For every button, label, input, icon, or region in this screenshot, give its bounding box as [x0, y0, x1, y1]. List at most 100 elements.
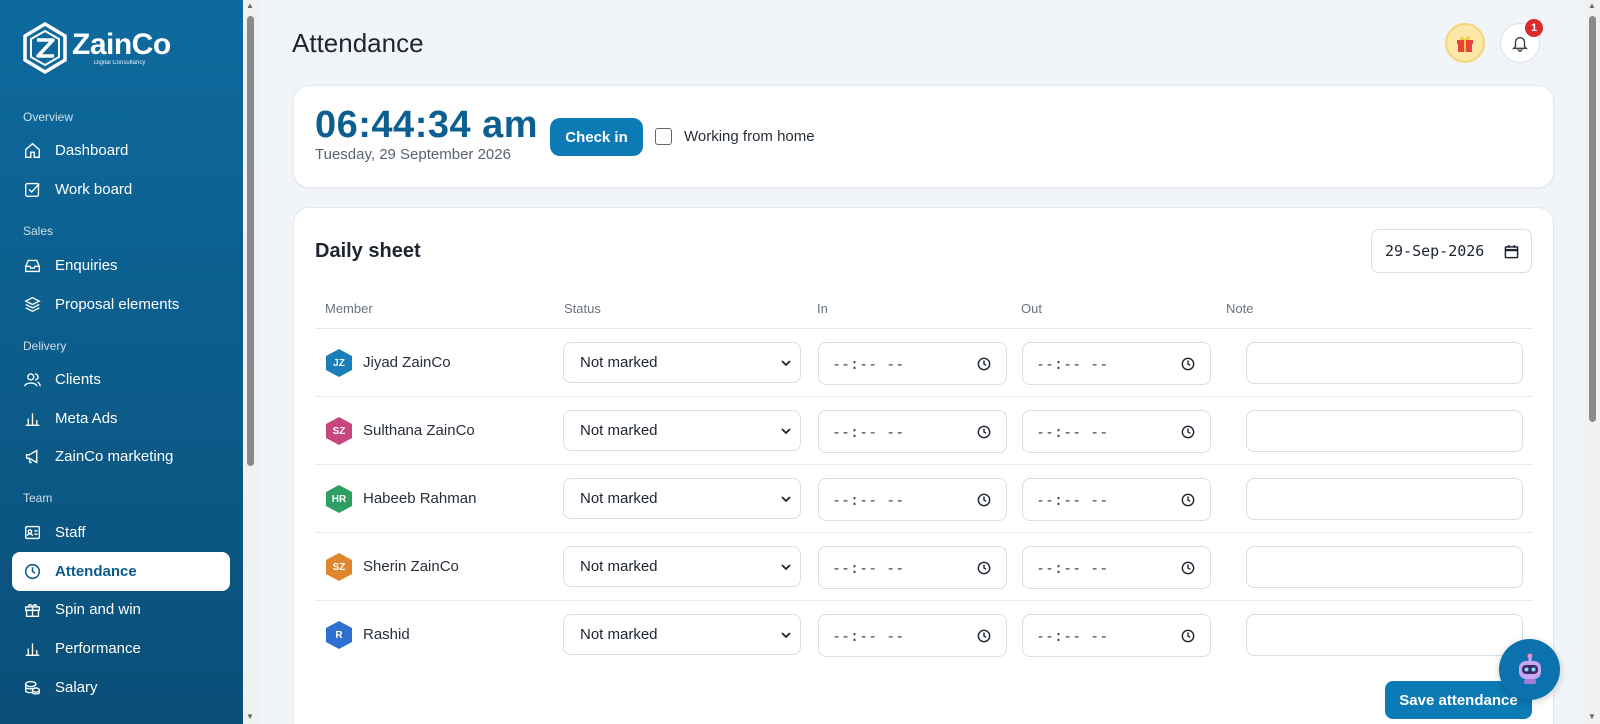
scrollbar-thumb[interactable]	[247, 16, 254, 466]
note-input[interactable]	[1246, 342, 1523, 384]
clock-icon[interactable]	[1181, 629, 1195, 643]
sidebar-item-dashboard[interactable]: Dashboard	[12, 131, 230, 170]
sheet-date-value: 29-Sep-2026	[1385, 242, 1485, 260]
chevron-down-icon	[781, 632, 791, 639]
time-value: --:-- --	[832, 626, 905, 645]
avatar: SZ	[324, 416, 354, 446]
scroll-down-arrow-icon[interactable]: ▼	[246, 712, 254, 721]
column-header-member: Member	[325, 301, 373, 316]
status-select[interactable]: Not marked	[563, 614, 801, 655]
member-name: Jiyad ZainCo	[363, 354, 451, 371]
nav-section-team: Team	[23, 491, 53, 505]
clock-icon[interactable]	[977, 425, 991, 439]
calendar-icon[interactable]	[1504, 244, 1519, 259]
time-value: --:-- --	[1036, 490, 1109, 509]
sidebar-item-label: Clients	[55, 371, 101, 388]
clock-icon[interactable]	[977, 561, 991, 575]
column-header-in: In	[817, 301, 828, 316]
clock-icon[interactable]	[977, 629, 991, 643]
status-value: Not marked	[580, 626, 658, 643]
note-input[interactable]	[1246, 410, 1523, 452]
avatar-initials: R	[335, 629, 343, 641]
bar-chart-icon	[25, 413, 40, 426]
sidebar-item-enquiries[interactable]: Enquiries	[12, 246, 230, 285]
avatar: HR	[324, 484, 354, 514]
sidebar-item-clients[interactable]: Clients	[12, 360, 230, 399]
clock-icon[interactable]	[1181, 357, 1195, 371]
table-row: JZ Jiyad ZainCo Not marked --:-- -- --:-…	[315, 329, 1533, 397]
sidebar-item-performance[interactable]: Performance	[12, 629, 230, 668]
bell-icon	[1511, 36, 1529, 52]
check-in-time-input[interactable]: --:-- --	[818, 478, 1007, 521]
check-in-time-input[interactable]: --:-- --	[818, 546, 1007, 589]
sidebar-item-attendance[interactable]: Attendance	[12, 552, 230, 591]
sidebar-item-spin-and-win[interactable]: Spin and win	[12, 590, 230, 629]
scroll-up-arrow-icon[interactable]: ▲	[1588, 1, 1596, 10]
sidebar-item-staff[interactable]: Staff	[12, 513, 230, 552]
scrollbar-thumb[interactable]	[1589, 16, 1596, 422]
status-value: Not marked	[580, 490, 658, 507]
sidebar-item-label: Proposal elements	[55, 296, 180, 313]
check-in-time-input[interactable]: --:-- --	[818, 410, 1007, 453]
check-in-time-input[interactable]: --:-- --	[818, 342, 1007, 385]
working-from-home-checkbox[interactable]	[655, 128, 672, 145]
check-out-time-input[interactable]: --:-- --	[1022, 410, 1211, 453]
sidebar-scrollbar[interactable]: ▲ ▼	[243, 0, 258, 724]
clock-icon[interactable]	[977, 493, 991, 507]
clock-icon[interactable]	[1181, 425, 1195, 439]
sheet-date-picker[interactable]: 29-Sep-2026	[1371, 229, 1532, 273]
sidebar-item-zainco-marketing[interactable]: ZainCo marketing	[12, 437, 230, 476]
check-out-time-input[interactable]: --:-- --	[1022, 614, 1211, 657]
clock-card: 06:44:34 am Tuesday, 29 September 2026 C…	[293, 85, 1554, 188]
check-in-time-input[interactable]: --:-- --	[818, 614, 1007, 657]
working-from-home-option[interactable]: Working from home	[655, 128, 815, 145]
brand-name: ZainCo	[72, 28, 171, 61]
sidebar-item-work-board[interactable]: Work board	[12, 170, 230, 209]
time-value: --:-- --	[832, 490, 905, 509]
check-out-time-input[interactable]: --:-- --	[1022, 546, 1211, 589]
working-from-home-label: Working from home	[684, 128, 815, 145]
time-value: --:-- --	[1036, 558, 1109, 577]
sidebar-item-label: ZainCo marketing	[55, 448, 174, 465]
sidebar-item-label: Salary	[55, 679, 98, 696]
sidebar-item-salary[interactable]: Salary	[12, 668, 230, 707]
scroll-down-arrow-icon[interactable]: ▼	[1588, 712, 1596, 721]
check-in-button[interactable]: Check in	[550, 118, 643, 156]
checkbox-icon	[25, 182, 40, 197]
avatar: R	[324, 620, 354, 650]
status-select[interactable]: Not marked	[563, 410, 801, 451]
note-input[interactable]	[1246, 546, 1523, 588]
id-card-icon	[25, 525, 40, 540]
clock-icon[interactable]	[977, 357, 991, 371]
nav-section-sales: Sales	[23, 224, 54, 238]
sidebar-item-proposal-elements[interactable]: Proposal elements	[12, 285, 230, 324]
time-value: --:-- --	[832, 558, 905, 577]
table-row: R Rashid Not marked --:-- -- --:-- --	[315, 601, 1533, 669]
check-out-time-input[interactable]: --:-- --	[1022, 478, 1211, 521]
status-select[interactable]: Not marked	[563, 546, 801, 587]
page-scrollbar[interactable]: ▲ ▼	[1585, 0, 1600, 724]
nav-section-delivery: Delivery	[23, 339, 67, 353]
scroll-up-arrow-icon[interactable]: ▲	[246, 1, 254, 10]
page-title: Attendance	[292, 28, 424, 58]
time-value: --:-- --	[1036, 626, 1109, 645]
member-name: Rashid	[363, 626, 410, 643]
note-input[interactable]	[1246, 478, 1523, 520]
chevron-down-icon	[781, 496, 791, 503]
note-input[interactable]	[1246, 614, 1523, 656]
sidebar-item-label: Performance	[55, 640, 141, 657]
sidebar-item-meta-ads[interactable]: Meta Ads	[12, 399, 230, 438]
check-out-time-input[interactable]: --:-- --	[1022, 342, 1211, 385]
member-name: Sherin ZainCo	[363, 558, 459, 575]
assistant-bot-button[interactable]	[1499, 639, 1560, 700]
gift-button[interactable]	[1445, 23, 1485, 63]
clock-icon[interactable]	[1181, 493, 1195, 507]
sidebar-item-label: Work board	[55, 181, 133, 198]
status-select[interactable]: Not marked	[563, 478, 801, 519]
clock-icon[interactable]	[1181, 561, 1195, 575]
avatar: SZ	[324, 552, 354, 582]
current-date: Tuesday, 29 September 2026	[315, 146, 511, 163]
status-select[interactable]: Not marked	[563, 342, 801, 383]
column-header-status: Status	[564, 301, 601, 316]
brand-logo[interactable]: ZainCo Digital Consultancy	[22, 22, 171, 74]
